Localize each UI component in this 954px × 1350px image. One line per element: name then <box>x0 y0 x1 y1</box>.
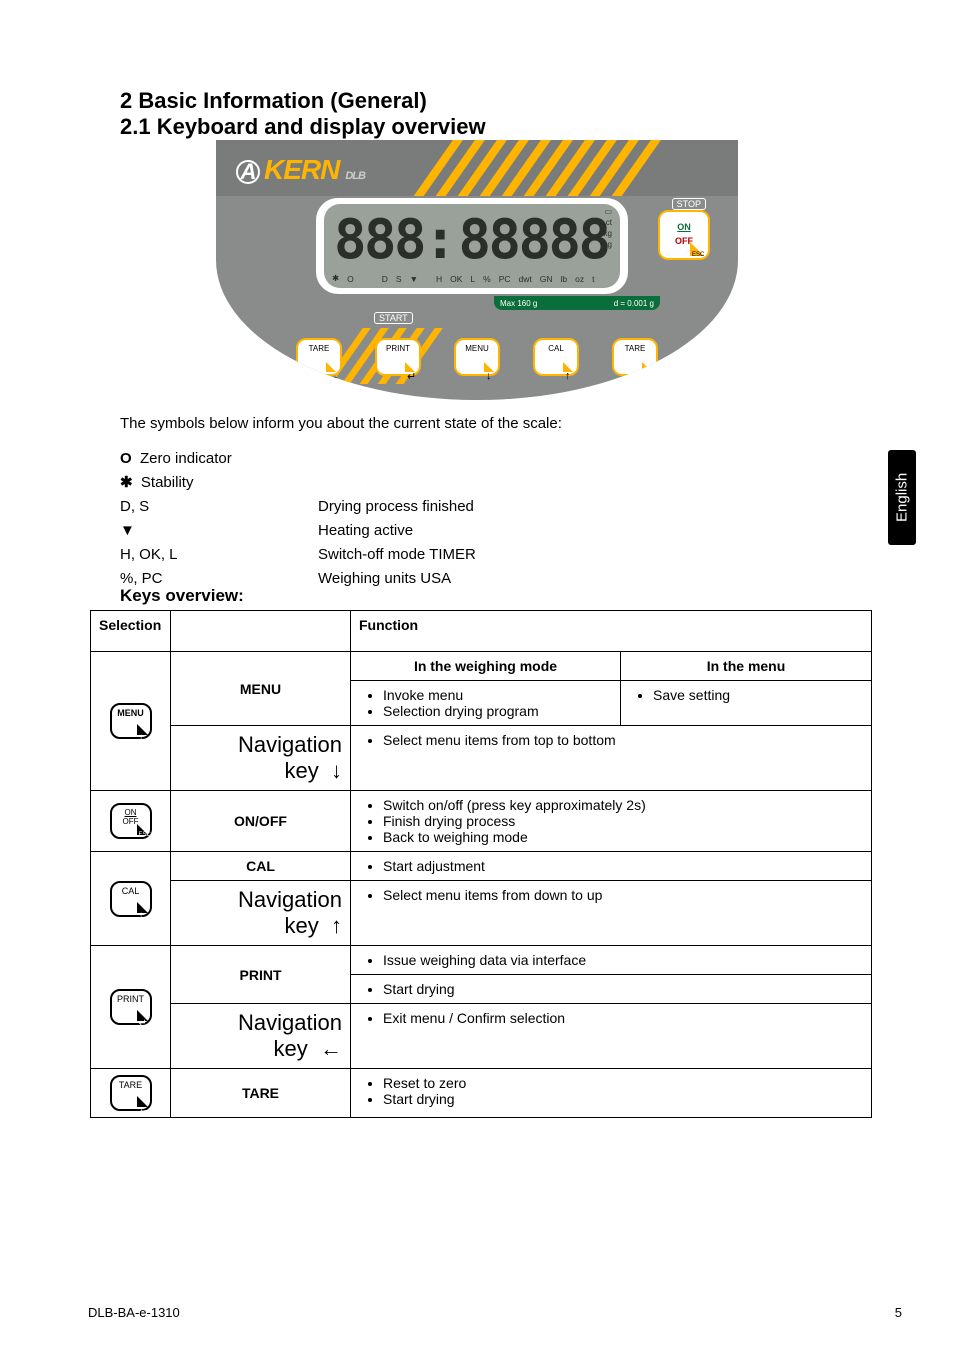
tare-key-icon: TARE← <box>91 1069 171 1118</box>
cal-key-icon: CAL↑ <box>91 852 171 946</box>
menu-weighing-items: Invoke menu Selection drying program <box>351 681 621 726</box>
keys-table: Selection Function MENU↓ MENU In the wei… <box>90 610 872 1118</box>
on-off-button[interactable]: ON OFF ESC <box>658 210 710 260</box>
menu-key-icon: MENU↓ <box>91 652 171 791</box>
print-button[interactable]: PRINT↵ <box>375 338 421 376</box>
col-selection: Selection <box>91 611 171 652</box>
capacity-bar: Max 160 gd = 0.001 g <box>494 296 660 310</box>
menu-menu-items: Save setting <box>621 681 872 726</box>
onoff-key-icon: ONOFFESC <box>91 791 171 852</box>
tare-items: Reset to zero Start drying <box>351 1069 872 1118</box>
brand-logo: AKERNDLB <box>236 154 365 186</box>
keys-overview-title: Keys overview: <box>120 586 244 606</box>
footer-right: 5 <box>895 1305 902 1320</box>
page-title: 2 Basic Information (General) <box>120 88 427 114</box>
start-label: START <box>374 312 413 324</box>
language-tab: English <box>888 450 916 545</box>
col-weighing: In the weighing mode <box>351 652 621 681</box>
battery-icon: ▭ <box>601 206 612 217</box>
cal-button[interactable]: CAL↑ <box>533 338 579 376</box>
section-title: 2.1 Keyboard and display overview <box>120 114 486 140</box>
menu-button[interactable]: MENU↓ <box>454 338 500 376</box>
decorative-stripes <box>400 140 738 196</box>
print-key-icon: PRINT↵ <box>91 946 171 1069</box>
tare-button-2[interactable]: TARE← <box>612 338 658 376</box>
stop-label: STOP <box>672 198 706 210</box>
col-menu: In the menu <box>621 652 872 681</box>
intro-text: The symbols below inform you about the c… <box>120 415 562 432</box>
symbol-legend: O Zero indicator ✱ Stability D, SDrying … <box>120 446 476 590</box>
onoff-items: Switch on/off (press key approximately 2… <box>351 791 872 852</box>
footer-left: DLB-BA-e-1310 <box>88 1305 180 1320</box>
scale-panel-illustration: AKERNDLB 888:88888 ▭ ct kg mg ✱ O D S ▼ <box>216 140 738 400</box>
lcd-display: 888:88888 ▭ ct kg mg ✱ O D S ▼ H OK L % … <box>324 204 620 288</box>
col-function: Function <box>351 611 872 652</box>
tare-button[interactable]: TARE← <box>296 338 342 376</box>
